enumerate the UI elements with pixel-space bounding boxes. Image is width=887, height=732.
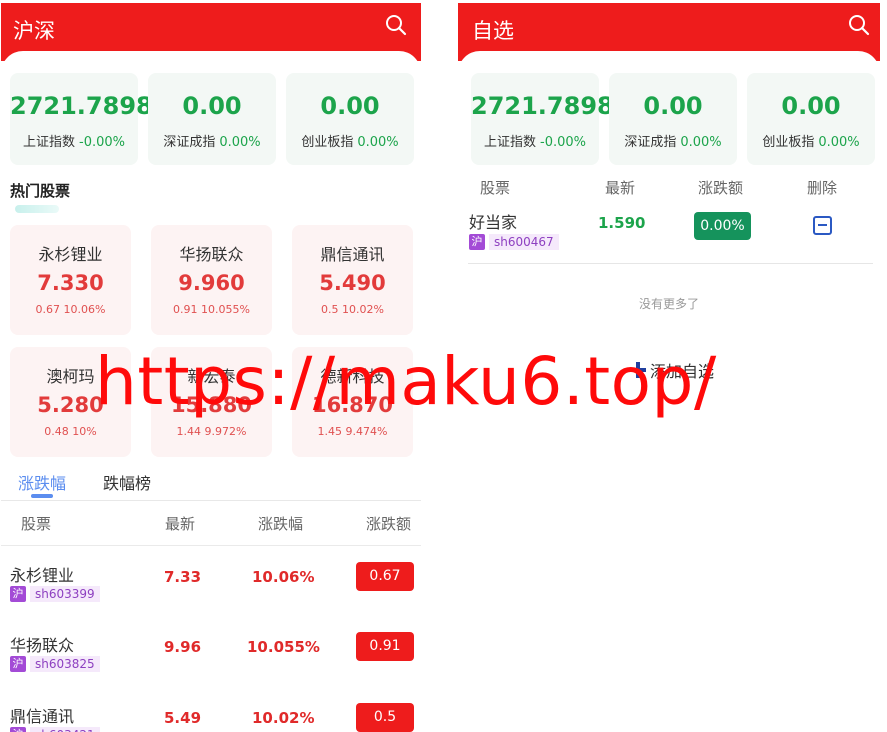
- index-card-sz[interactable]: 0.00 深证成指 0.00%: [609, 73, 737, 165]
- stock-name: 华扬联众: [10, 636, 75, 655]
- stock-code: sh603421: [30, 727, 100, 732]
- watermark-url: https://maku6.top/: [95, 343, 717, 420]
- index-card-cyb[interactable]: 0.00 创业板指 0.00%: [747, 73, 875, 165]
- table-row[interactable]: 永杉锂业 沪 sh603399 7.33 10.06% 0.67: [1, 546, 421, 616]
- col-stock: 股票: [21, 515, 52, 533]
- index-cards: 2721.7898 上证指数 -0.00% 0.00 深证成指 0.00% 0.00…: [471, 73, 875, 165]
- stock-name: 永杉锂业: [10, 566, 75, 585]
- table-header: 股票 最新 涨跌额 删除: [458, 175, 880, 203]
- index-change: -0.00%: [79, 135, 125, 150]
- last-price: 5.49: [164, 709, 202, 727]
- hot-stock-price: 9.960: [178, 271, 245, 295]
- stock-name: 好当家: [469, 213, 518, 232]
- index-card-sz[interactable]: 0.00 深证成指 0.00%: [148, 73, 276, 165]
- index-name: 创业板指: [301, 135, 354, 150]
- stock-code: sh603825: [30, 656, 100, 672]
- col-stock: 股票: [480, 179, 511, 197]
- index-value: 0.00: [320, 92, 380, 120]
- table-header: 股票 最新 涨跌幅 涨跌额: [1, 511, 421, 546]
- hot-stock-change: 0.5 10.02%: [321, 303, 384, 316]
- index-change: 0.00%: [818, 135, 860, 150]
- no-more-text: 没有更多了: [638, 297, 699, 311]
- hot-stocks-title: 热门股票: [10, 182, 71, 200]
- hot-stock-change: 1.44 9.972%: [176, 425, 247, 438]
- index-value: 0.00: [643, 92, 703, 120]
- search-icon[interactable]: [385, 14, 407, 36]
- market-tag: 沪: [10, 727, 26, 732]
- hot-stocks-grid: 永杉锂业 7.330 0.67 10.06% 华扬联众 9.960 0.91 1…: [10, 225, 415, 457]
- tab-active-indicator: [31, 494, 53, 498]
- change-pct: 10.06%: [252, 568, 315, 586]
- hot-stock-price: 5.490: [319, 271, 386, 295]
- stock-code: sh603399: [30, 586, 100, 602]
- last-price: 1.590: [598, 214, 646, 232]
- index-change: 0.00%: [219, 135, 261, 150]
- delete-icon[interactable]: [813, 216, 832, 235]
- tab-gainers[interactable]: 涨跌幅: [18, 470, 66, 494]
- index-card-cyb[interactable]: 0.00 创业板指 0.00%: [286, 73, 414, 165]
- page-title: 自选: [472, 19, 514, 43]
- index-value: 2721.7898: [471, 92, 614, 120]
- change-pct: 10.02%: [252, 709, 315, 727]
- tab-losers[interactable]: 跌幅榜: [103, 470, 151, 494]
- market-tag: 沪: [469, 234, 485, 250]
- change-amt-badge: 0.5: [356, 703, 414, 732]
- index-value: 0.00: [182, 92, 242, 120]
- index-name: 上证指数: [483, 135, 536, 150]
- index-name: 深证成指: [163, 135, 216, 150]
- page-title: 沪深: [13, 19, 55, 43]
- change-badge: 0.00%: [694, 212, 751, 240]
- favorite-row[interactable]: 好当家 沪 sh600467 1.590 0.00%: [458, 203, 880, 265]
- hot-stock-name: 华扬联众: [179, 245, 244, 264]
- hot-stock-card[interactable]: 永杉锂业 7.330 0.67 10.06%: [10, 225, 131, 335]
- index-name: 创业板指: [762, 135, 815, 150]
- market-tag: 沪: [10, 656, 26, 672]
- index-value: 0.00: [781, 92, 841, 120]
- table-row[interactable]: 华扬联众 沪 sh603825 9.96 10.055% 0.91: [1, 616, 421, 686]
- stock-code: sh600467: [489, 234, 559, 250]
- hot-stock-change: 0.91 10.055%: [173, 303, 250, 316]
- hot-title-underline: [15, 205, 59, 213]
- hot-stock-card[interactable]: 鼎信通讯 5.490 0.5 10.02%: [292, 225, 413, 335]
- change-amt-badge: 0.67: [356, 562, 414, 591]
- hot-stock-name: 鼎信通讯: [320, 245, 385, 264]
- hot-stock-card[interactable]: 华扬联众 9.960 0.91 10.055%: [151, 225, 272, 335]
- col-change-amt: 涨跌额: [698, 179, 744, 197]
- hot-stock-change: 0.48 10%: [44, 425, 97, 438]
- hot-stock-change: 0.67 10.06%: [35, 303, 106, 316]
- change-pct: 10.055%: [247, 638, 320, 656]
- change-amt-badge: 0.91: [356, 632, 414, 661]
- index-value: 2721.7898: [10, 92, 153, 120]
- stock-name: 鼎信通讯: [10, 707, 75, 726]
- index-card-sh[interactable]: 2721.7898 上证指数 -0.00%: [471, 73, 614, 165]
- market-tag: 沪: [10, 586, 26, 602]
- col-change-pct: 涨跌幅: [258, 515, 304, 533]
- search-icon[interactable]: [848, 14, 870, 36]
- index-change: -0.00%: [540, 135, 586, 150]
- index-change: 0.00%: [357, 135, 399, 150]
- last-price: 7.33: [164, 568, 202, 586]
- hot-stock-name: 永杉锂业: [38, 245, 103, 264]
- index-name: 深证成指: [624, 135, 677, 150]
- hot-stock-price: 7.330: [37, 271, 104, 295]
- index-card-sh[interactable]: 2721.7898 上证指数 -0.00%: [10, 73, 153, 165]
- col-delete: 删除: [807, 179, 838, 197]
- ranking-tabs: 涨跌幅 跌幅榜: [1, 467, 421, 501]
- index-change: 0.00%: [680, 135, 722, 150]
- col-change-amt: 涨跌额: [366, 515, 412, 533]
- table-row[interactable]: 鼎信通讯 沪 sh603421 5.49 10.02% 0.5: [1, 687, 421, 732]
- divider: [468, 263, 873, 264]
- col-last: 最新: [605, 179, 636, 197]
- hot-stock-change: 1.45 9.474%: [317, 425, 388, 438]
- col-last: 最新: [165, 515, 196, 533]
- index-cards: 2721.7898 上证指数 -0.00% 0.00 深证成指 0.00% 0.00…: [10, 73, 414, 165]
- index-name: 上证指数: [22, 135, 75, 150]
- last-price: 9.96: [164, 638, 202, 656]
